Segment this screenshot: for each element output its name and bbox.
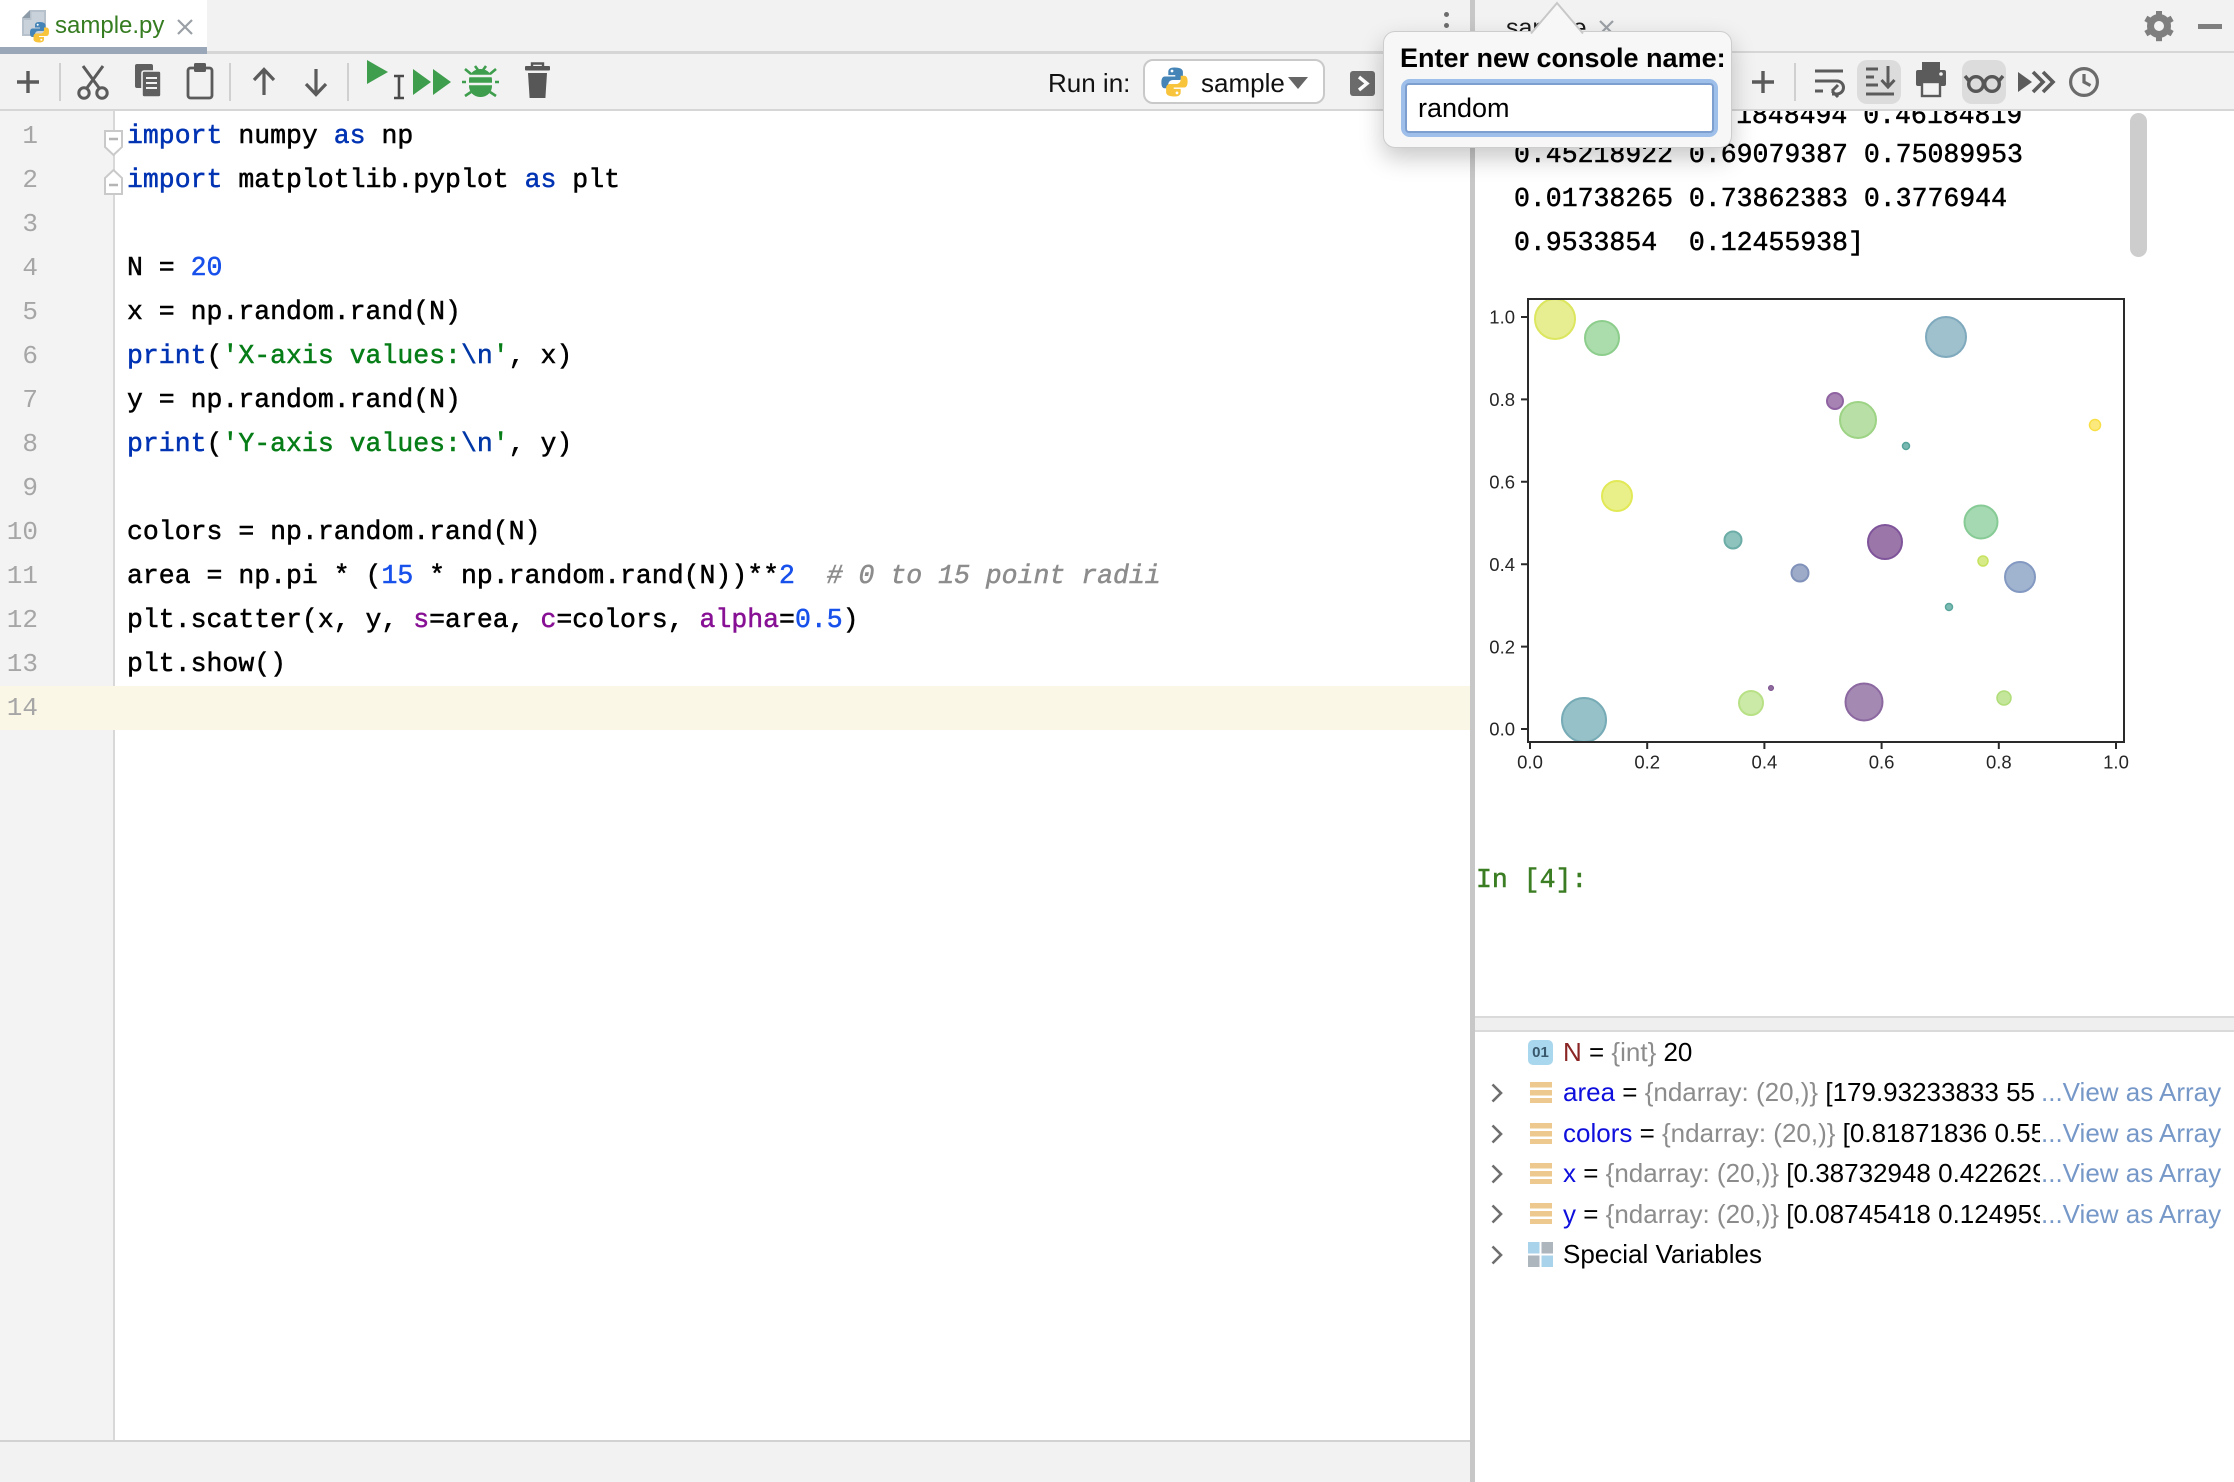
- svg-text:1.0: 1.0: [1489, 307, 1515, 328]
- svg-text:0.6: 0.6: [1489, 472, 1515, 493]
- svg-text:0.2: 0.2: [1634, 752, 1660, 773]
- svg-text:0.6: 0.6: [1869, 752, 1895, 773]
- svg-text:0.4: 0.4: [1489, 554, 1515, 575]
- svg-text:0.0: 0.0: [1517, 752, 1543, 773]
- svg-text:0.2: 0.2: [1489, 636, 1515, 657]
- svg-text:0.4: 0.4: [1752, 752, 1778, 773]
- svg-text:0.0: 0.0: [1489, 719, 1515, 740]
- svg-text:0.8: 0.8: [1489, 389, 1515, 410]
- svg-text:1.0: 1.0: [2103, 752, 2129, 773]
- svg-text:0.8: 0.8: [1986, 752, 2012, 773]
